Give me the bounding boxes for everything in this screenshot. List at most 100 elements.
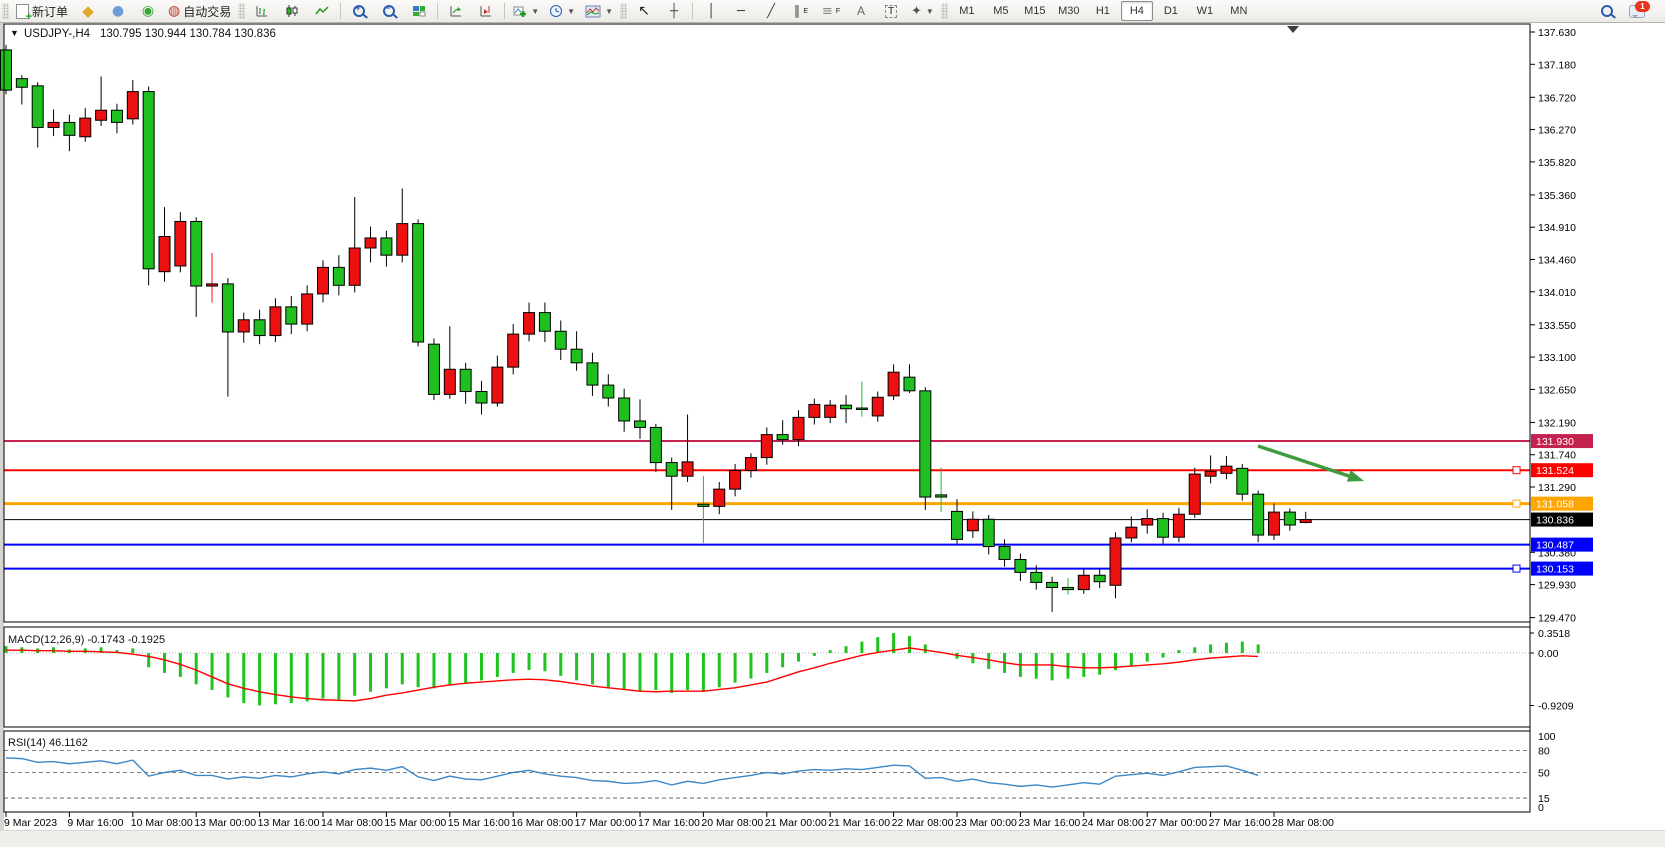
bar-chart-button[interactable]	[248, 1, 276, 21]
candle	[270, 307, 281, 336]
collapse-arrow-icon[interactable]: ▼	[10, 28, 19, 38]
macd-histogram-bar	[749, 653, 752, 679]
chevron-down-icon: ▼	[926, 7, 934, 16]
chart-shift-button[interactable]	[472, 1, 500, 21]
zoom-in-button[interactable]: +	[345, 1, 373, 21]
macd-histogram-bar	[543, 653, 546, 671]
chart-canvas[interactable]: ▼ USDJPY-,H4 130.795 130.944 130.784 130…	[0, 22, 1665, 842]
rsi-pane-label: RSI(14) 46.1162	[8, 737, 88, 749]
auto-scroll-button[interactable]	[442, 1, 470, 21]
candle	[1269, 512, 1280, 535]
notifications-button[interactable]: 1	[1623, 1, 1651, 21]
price-tick-label: 133.550	[1538, 320, 1576, 332]
timeframe-button-m5[interactable]: M5	[985, 1, 1017, 21]
macd-histogram-bar	[448, 653, 451, 684]
new-order-icon	[16, 4, 29, 19]
timeframe-button-d1[interactable]: D1	[1155, 1, 1187, 21]
timeframe-button-m30[interactable]: M30	[1053, 1, 1085, 21]
candle	[16, 79, 27, 88]
chart-ohlc-values: 130.795 130.944 130.784 130.836	[100, 28, 276, 40]
time-tick-label: 15 Mar 00:00	[384, 817, 446, 829]
market-watch-button[interactable]: ◆	[74, 1, 102, 21]
signals-button[interactable]: ◉	[134, 1, 162, 21]
candle	[745, 458, 756, 471]
price-tick-label: 129.930	[1538, 580, 1576, 592]
line-chart-button[interactable]	[308, 1, 336, 21]
time-tick-label: 23 Mar 16:00	[1018, 817, 1080, 829]
timeframe-button-mn[interactable]: MN	[1223, 1, 1255, 21]
autotrading-button[interactable]: ◍ 自动交易	[164, 1, 235, 21]
candlestick-button[interactable]	[278, 1, 306, 21]
community-icon: ●	[112, 4, 124, 18]
candle	[1237, 468, 1248, 494]
time-tick-label: 9 Mar 16:00	[67, 817, 123, 829]
vertical-line-icon: │	[707, 5, 715, 18]
gold-diamond-icon: ◆	[82, 4, 94, 19]
candle	[1015, 559, 1026, 572]
candle	[302, 294, 313, 324]
toolbar-grip[interactable]	[941, 3, 948, 19]
candle	[1094, 575, 1105, 581]
candle	[1047, 582, 1058, 587]
chevron-down-icon: ▼	[605, 7, 613, 16]
horizontal-line-tool-button[interactable]: ─	[727, 1, 755, 21]
indicators-button[interactable]: ▼	[509, 1, 543, 21]
candle	[856, 408, 867, 409]
crosshair-tool-button[interactable]: ┼	[660, 1, 688, 21]
macd-histogram-bar	[1035, 653, 1038, 679]
macd-histogram-bar	[1130, 653, 1133, 666]
arrows-tool-button[interactable]: ✦ ▼	[907, 1, 938, 21]
macd-histogram-bar	[211, 653, 214, 690]
timeframe-button-m15[interactable]: M15	[1019, 1, 1051, 21]
zoom-out-button[interactable]: −	[375, 1, 403, 21]
macd-histogram-bar	[813, 653, 816, 656]
channel-tool-button[interactable]: ∥ E	[787, 1, 815, 21]
line-drag-handle[interactable]	[1513, 467, 1520, 474]
candle	[793, 417, 804, 439]
macd-histogram-bar	[559, 653, 562, 676]
candle	[1300, 520, 1311, 523]
candle	[96, 110, 107, 120]
time-tick-label: 15 Mar 16:00	[448, 817, 510, 829]
new-order-button[interactable]: 新订单	[12, 1, 72, 21]
chevron-down-icon: ▼	[567, 7, 575, 16]
search-button[interactable]	[1593, 1, 1621, 21]
clock-icon	[549, 4, 563, 18]
chart-window: ▼ USDJPY-,H4 130.795 130.944 130.784 130…	[0, 22, 1665, 842]
macd-histogram-bar	[1257, 644, 1260, 653]
candle	[603, 385, 614, 398]
text-label-tool-button[interactable]: T	[877, 1, 905, 21]
fibo-letter: F	[836, 8, 840, 15]
toolbar-grip[interactable]	[238, 3, 245, 19]
timeframe-button-h4[interactable]: H4	[1121, 1, 1153, 21]
community-button[interactable]: ●	[104, 1, 132, 21]
cursor-tool-button[interactable]: ↖	[630, 1, 658, 21]
timeframe-button-h1[interactable]: H1	[1087, 1, 1119, 21]
channel-letter: E	[803, 8, 808, 15]
chart-shift-icon	[479, 4, 493, 18]
time-tick-label: 27 Mar 00:00	[1145, 817, 1207, 829]
line-drag-handle[interactable]	[1513, 565, 1520, 572]
fibonacci-tool-button[interactable]: ≡ F	[817, 1, 845, 21]
candle	[920, 391, 931, 497]
timeframe-button-m1[interactable]: M1	[951, 1, 983, 21]
arrows-tool-icon: ✦	[911, 5, 922, 18]
line-drag-handle[interactable]	[1513, 500, 1520, 507]
text-tool-button[interactable]: A	[847, 1, 875, 21]
vertical-line-tool-button[interactable]: │	[697, 1, 725, 21]
status-bar	[0, 830, 1665, 842]
periods-button[interactable]: ▼	[545, 1, 579, 21]
toolbar-grip[interactable]	[2, 3, 9, 19]
time-tick-label: 17 Mar 16:00	[638, 817, 700, 829]
rsi-axis-label: 100	[1538, 731, 1556, 743]
template-icon	[585, 5, 601, 18]
macd-histogram-bar	[163, 653, 166, 673]
timeframe-button-w1[interactable]: W1	[1189, 1, 1221, 21]
macd-histogram-bar	[322, 653, 325, 699]
trendline-tool-button[interactable]: ╱	[757, 1, 785, 21]
macd-histogram-bar	[385, 653, 388, 688]
price-tick-label: 134.010	[1538, 287, 1576, 299]
toolbar-grip[interactable]	[620, 3, 627, 19]
tile-windows-button[interactable]	[405, 1, 433, 21]
templates-button[interactable]: ▼	[581, 1, 617, 21]
